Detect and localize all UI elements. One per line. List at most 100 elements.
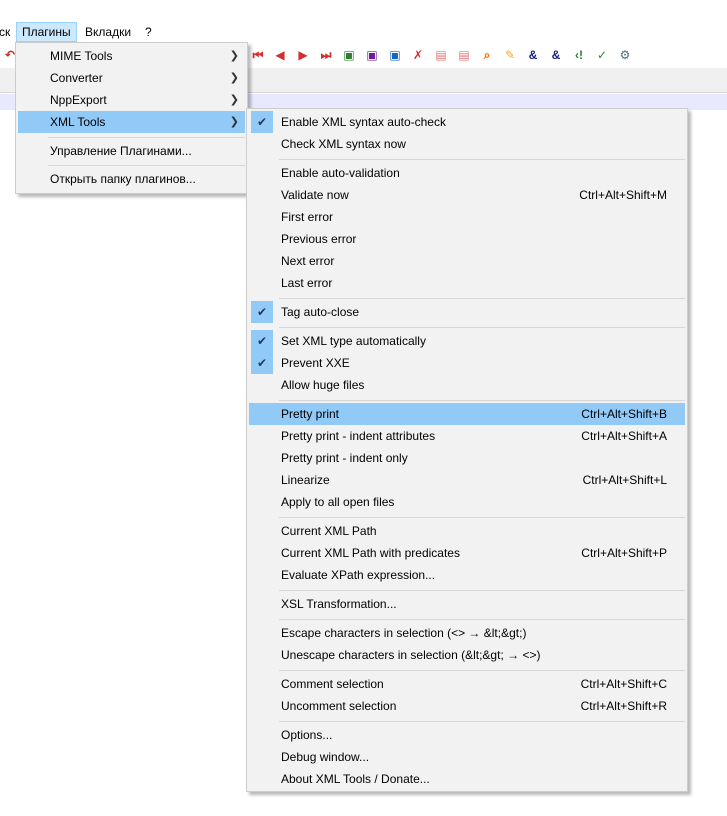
menu-separator: [279, 619, 685, 620]
plugins-menu: MIME Tools ❯ Converter ❯ NppExport ❯ XML…: [15, 42, 248, 194]
item-label: Pretty print: [281, 407, 340, 421]
menu-separator: [279, 517, 685, 518]
menu-separator: [279, 721, 685, 722]
item-label: Next error: [281, 254, 335, 268]
play-forward-icon[interactable]: ▶: [295, 47, 311, 63]
item-label: Last error: [281, 276, 333, 290]
xml-item-xsl-transformation[interactable]: XSL Transformation...: [249, 593, 685, 615]
checkmark-icon: ✔: [251, 352, 273, 374]
item-shortcut: Ctrl+Alt+Shift+B: [581, 407, 667, 421]
xml-item-validate-now[interactable]: Validate now Ctrl+Alt+Shift+M: [249, 184, 685, 206]
xml-item-uncomment-selection[interactable]: Uncomment selection Ctrl+Alt+Shift+R: [249, 695, 685, 717]
xml-item-previous-error[interactable]: Previous error: [249, 228, 685, 250]
chevron-right-icon: ❯: [229, 50, 239, 62]
item-label: Pretty print - indent only: [281, 451, 408, 465]
menu-plugins[interactable]: Плагины: [16, 22, 77, 42]
xml-item-set-xml-type[interactable]: ✔ Set XML type automatically: [249, 330, 685, 352]
plugins-item-manage[interactable]: Управление Плагинами...: [18, 140, 245, 162]
xml-escape-icon[interactable]: &: [525, 47, 541, 63]
macro-save-icon[interactable]: ▣: [341, 47, 357, 63]
menu-bar: ск Плагины Вкладки ?: [0, 22, 727, 42]
plugins-item-nppexport[interactable]: NppExport ❯: [18, 89, 245, 111]
tag-close-icon[interactable]: ✓: [594, 47, 610, 63]
xml-item-check-now[interactable]: Check XML syntax now: [249, 133, 685, 155]
xml-item-evaluate-xpath[interactable]: Evaluate XPath expression...: [249, 564, 685, 586]
xml-item-auto-validation[interactable]: Enable auto-validation: [249, 162, 685, 184]
xml-item-last-error[interactable]: Last error: [249, 272, 685, 294]
item-label: Unescape characters in selection (&lt;&g…: [281, 648, 541, 662]
item-label: Apply to all open files: [281, 495, 395, 509]
menu-tabs[interactable]: Вкладки: [80, 23, 136, 41]
xml-item-pretty-print-indent[interactable]: Pretty print - indent only: [249, 447, 685, 469]
xml-unescape-icon[interactable]: &: [548, 47, 564, 63]
xml-item-debug-window[interactable]: Debug window...: [249, 746, 685, 768]
step-forward-icon[interactable]: ⏭: [318, 47, 334, 63]
checkmark-icon: ✔: [251, 111, 273, 133]
menu-separator: [279, 400, 685, 401]
step-back-icon[interactable]: ⏮: [250, 47, 266, 63]
macro-multi-icon[interactable]: ▣: [387, 47, 403, 63]
item-label: NppExport: [50, 93, 107, 107]
xml-item-apply-all[interactable]: Apply to all open files: [249, 491, 685, 513]
item-label: About XML Tools / Donate...: [281, 772, 430, 786]
plugins-item-xml-tools[interactable]: XML Tools ❯: [18, 111, 245, 133]
spellcheck-icon[interactable]: ✗: [410, 47, 426, 63]
item-shortcut: Ctrl+Alt+Shift+R: [580, 699, 667, 713]
preview-icon[interactable]: ⌕: [479, 47, 495, 63]
menu-search[interactable]: ск: [0, 23, 15, 41]
xml-item-linearize[interactable]: Linearize Ctrl+Alt+Shift+L: [249, 469, 685, 491]
item-label: Comment selection: [281, 677, 384, 691]
menu-separator: [279, 670, 685, 671]
star-icon[interactable]: ✎: [502, 47, 518, 63]
chevron-right-icon: ❯: [229, 94, 239, 106]
checkmark-icon: ✔: [251, 301, 273, 323]
tag-open-icon[interactable]: ‹!: [571, 47, 587, 63]
doc-icon[interactable]: ▤: [433, 47, 449, 63]
item-shortcut: Ctrl+Alt+Shift+M: [579, 188, 667, 202]
item-shortcut: Ctrl+Alt+Shift+C: [580, 677, 667, 691]
item-label: Управление Плагинами...: [50, 144, 192, 158]
item-shortcut: Ctrl+Alt+Shift+A: [581, 429, 667, 443]
item-label: XML Tools: [50, 115, 106, 129]
item-shortcut: Ctrl+Alt+Shift+P: [581, 546, 667, 560]
xml-item-tag-auto-close[interactable]: ✔ Tag auto-close: [249, 301, 685, 323]
settings-wrench-icon[interactable]: ⚙: [617, 47, 633, 63]
xml-item-unescape-chars[interactable]: Unescape characters in selection (&lt;&g…: [249, 644, 685, 666]
item-label: Escape characters in selection (<> → &lt…: [281, 626, 527, 640]
xml-tools-menu: ✔ Enable XML syntax auto-check Check XML…: [246, 108, 688, 792]
menu-help[interactable]: ?: [140, 23, 157, 41]
macro-run-icon[interactable]: ▣: [364, 47, 380, 63]
xml-item-first-error[interactable]: First error: [249, 206, 685, 228]
xml-item-auto-check[interactable]: ✔ Enable XML syntax auto-check: [249, 111, 685, 133]
xml-item-comment-selection[interactable]: Comment selection Ctrl+Alt+Shift+C: [249, 673, 685, 695]
doc-alt-icon[interactable]: ▤: [456, 47, 472, 63]
menu-separator: [48, 165, 245, 166]
plugins-item-mime-tools[interactable]: MIME Tools ❯: [18, 45, 245, 67]
item-label: Validate now: [281, 188, 349, 202]
plugins-item-converter[interactable]: Converter ❯: [18, 67, 245, 89]
plugins-item-open-folder[interactable]: Открыть папку плагинов...: [18, 168, 245, 190]
xml-item-pretty-print-attrs[interactable]: Pretty print - indent attributes Ctrl+Al…: [249, 425, 685, 447]
item-label: Uncomment selection: [281, 699, 397, 713]
item-label: MIME Tools: [50, 49, 113, 63]
item-label: Current XML Path: [281, 524, 377, 538]
item-label: Открыть папку плагинов...: [50, 172, 196, 186]
item-label: Enable XML syntax auto-check: [281, 115, 446, 129]
item-label: Prevent XXE: [281, 356, 350, 370]
xml-item-current-path-predicates[interactable]: Current XML Path with predicates Ctrl+Al…: [249, 542, 685, 564]
xml-item-next-error[interactable]: Next error: [249, 250, 685, 272]
xml-item-allow-huge-files[interactable]: Allow huge files: [249, 374, 685, 396]
xml-item-about[interactable]: About XML Tools / Donate...: [249, 768, 685, 790]
item-label: Debug window...: [281, 750, 370, 764]
xml-item-pretty-print[interactable]: Pretty print Ctrl+Alt+Shift+B: [249, 403, 685, 425]
item-label: Options...: [281, 728, 333, 742]
menu-separator: [279, 159, 685, 160]
xml-item-prevent-xxe[interactable]: ✔ Prevent XXE: [249, 352, 685, 374]
menu-separator: [279, 327, 685, 328]
xml-item-options[interactable]: Options...: [249, 724, 685, 746]
item-label: Current XML Path with predicates: [281, 546, 460, 560]
xml-item-escape-chars[interactable]: Escape characters in selection (<> → &lt…: [249, 622, 685, 644]
xml-item-current-path[interactable]: Current XML Path: [249, 520, 685, 542]
checkmark-icon: ✔: [251, 330, 273, 352]
play-back-icon[interactable]: ◀: [272, 47, 288, 63]
